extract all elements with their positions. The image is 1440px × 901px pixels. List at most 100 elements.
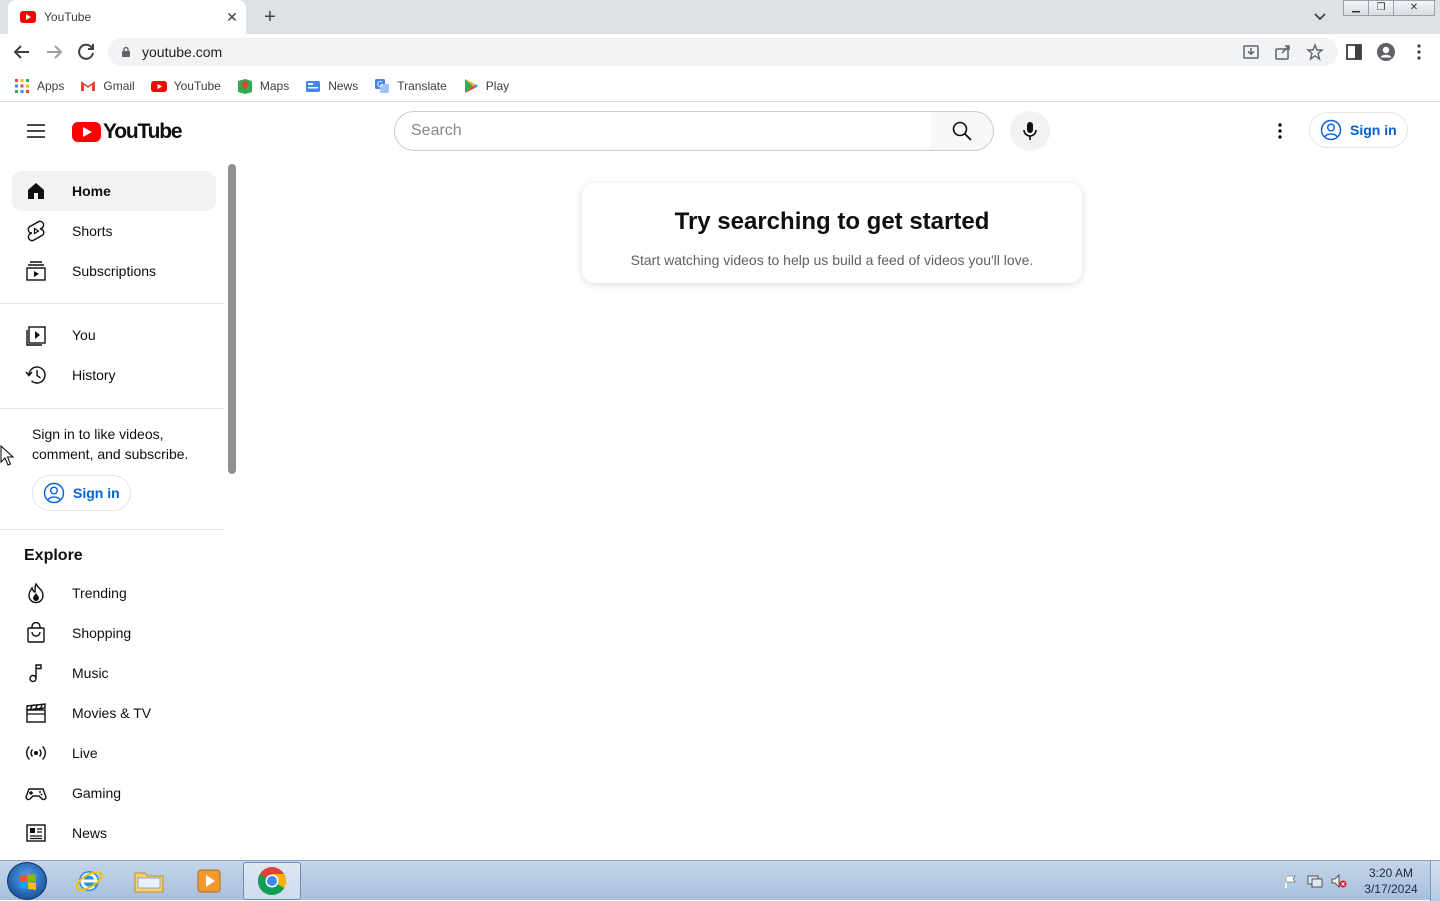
sidebar-item-history[interactable]: History xyxy=(12,355,216,395)
bookmark-youtube[interactable]: YouTube xyxy=(150,78,221,94)
sidebar-item-shorts[interactable]: Shorts xyxy=(12,211,216,251)
taskbar-file-explorer[interactable] xyxy=(120,862,178,900)
play-store-icon xyxy=(464,78,478,93)
sidebar-item-you[interactable]: You xyxy=(12,315,216,355)
logo-wordmark: YouTube xyxy=(103,120,183,143)
restore-window-button[interactable]: ❐ xyxy=(1368,0,1394,16)
system-clock[interactable]: 3:20 AM 3/17/2024 xyxy=(1356,865,1426,897)
side-panel-icon[interactable] xyxy=(1344,42,1364,62)
new-tab-button[interactable]: + xyxy=(258,6,282,28)
sidebar-item-label: Music xyxy=(72,665,109,681)
sidebar-sign-in-button[interactable]: Sign in xyxy=(32,475,131,511)
sidebar-divider xyxy=(0,529,224,530)
bookmark-news[interactable]: News xyxy=(305,78,358,94)
sidebar-item-shopping[interactable]: Shopping xyxy=(12,613,216,653)
sign-in-button[interactable]: Sign in xyxy=(1309,112,1408,148)
empty-feed-card: Try searching to get started Start watch… xyxy=(582,183,1082,283)
address-bar[interactable]: youtube.com xyxy=(108,38,1338,66)
close-tab-icon[interactable]: ✕ xyxy=(224,9,240,25)
maps-icon xyxy=(237,78,252,94)
bookmark-label: Translate xyxy=(397,78,447,93)
trending-icon xyxy=(24,581,48,605)
sign-in-label: Sign in xyxy=(1350,122,1397,138)
live-icon xyxy=(24,741,48,765)
bookmark-play[interactable]: Play xyxy=(463,78,509,94)
show-desktop-button[interactable] xyxy=(1430,861,1440,901)
more-vertical-icon xyxy=(1278,123,1282,139)
clock-time: 3:20 AM xyxy=(1368,866,1414,880)
sidebar-item-music[interactable]: Music xyxy=(12,653,216,693)
sidebar-item-subscriptions[interactable]: Subscriptions xyxy=(12,251,216,291)
close-window-button[interactable]: ✕ xyxy=(1393,0,1435,16)
forward-arrow-icon[interactable] xyxy=(42,40,66,64)
shorts-icon xyxy=(24,219,48,243)
you-icon xyxy=(24,323,48,347)
search-input[interactable] xyxy=(394,111,932,151)
profile-avatar-icon[interactable] xyxy=(1376,42,1396,62)
settings-kebab-button[interactable] xyxy=(1268,119,1292,143)
sidebar-item-label: Gaming xyxy=(72,785,122,801)
sidebar-item-label: Shorts xyxy=(72,223,113,239)
hamburger-menu-icon[interactable] xyxy=(24,121,48,141)
bookmark-label: Gmail xyxy=(103,78,135,93)
volume-muted-icon[interactable] xyxy=(1331,873,1347,889)
bookmark-star-icon[interactable] xyxy=(1306,43,1324,61)
install-app-icon[interactable] xyxy=(1242,43,1260,61)
minimize-window-button[interactable]: ▁ xyxy=(1343,0,1369,16)
bookmark-label: YouTube xyxy=(173,78,221,93)
taskbar-chrome[interactable] xyxy=(243,862,301,900)
start-button[interactable] xyxy=(7,862,47,900)
account-circle-icon xyxy=(43,482,65,504)
bookmark-label: Play xyxy=(485,78,510,93)
browser-toolbar: youtube.com xyxy=(0,34,1440,70)
sidebar-item-live[interactable]: Live xyxy=(12,733,216,773)
taskbar-internet-explorer[interactable] xyxy=(60,862,118,900)
home-icon xyxy=(24,179,48,203)
internet-explorer-icon xyxy=(75,871,103,891)
back-arrow-icon[interactable] xyxy=(10,40,34,64)
windows-taskbar: 3:20 AM 3/17/2024 xyxy=(0,860,1440,901)
bookmark-maps[interactable]: Maps xyxy=(237,78,289,94)
sidebar-item-label: News xyxy=(72,825,108,841)
sidebar-item-news[interactable]: News xyxy=(12,813,216,853)
sidebar-item-home[interactable]: Home xyxy=(12,171,216,211)
bookmark-translate[interactable]: G Translate xyxy=(374,78,447,94)
sidebar-item-label: Subscriptions xyxy=(72,263,157,279)
reload-icon[interactable] xyxy=(74,40,98,64)
youtube-masthead: YouTube Sign in xyxy=(0,103,1440,159)
tab-search-chevron-icon[interactable] xyxy=(1310,8,1330,26)
windows-logo-icon xyxy=(20,874,36,890)
sidebar-item-gaming[interactable]: Gaming xyxy=(12,773,216,813)
browser-tab-youtube[interactable]: YouTube ✕ xyxy=(8,0,246,34)
sidebar-item-label: Live xyxy=(72,745,98,761)
sidebar-item-label: Home xyxy=(72,183,111,199)
share-icon[interactable] xyxy=(1274,43,1292,61)
search-icon xyxy=(952,121,972,141)
search-button[interactable] xyxy=(931,111,994,151)
chrome-icon xyxy=(258,867,286,895)
lock-icon[interactable] xyxy=(120,46,132,58)
youtube-favicon-icon xyxy=(20,11,36,23)
bookmark-gmail[interactable]: Gmail xyxy=(80,78,135,94)
sidebar-item-trending[interactable]: Trending xyxy=(12,573,216,613)
explore-heading: Explore xyxy=(24,547,83,564)
network-icon[interactable] xyxy=(1307,873,1323,889)
bookmarks-bar: Apps Gmail YouTube Maps News G Translate… xyxy=(0,70,1440,102)
sidebar-item-movies-tv[interactable]: Movies & TV xyxy=(12,693,216,733)
media-player-icon xyxy=(197,869,221,893)
sidebar-item-label: History xyxy=(72,367,116,383)
shopping-icon xyxy=(24,621,48,645)
youtube-logo[interactable]: YouTube xyxy=(72,120,183,144)
taskbar-media-player[interactable] xyxy=(180,862,238,900)
movies-icon xyxy=(24,701,48,725)
action-center-flag-icon[interactable] xyxy=(1283,873,1299,889)
sign-in-prompt: Sign in to like videos, comment, and sub… xyxy=(32,426,189,462)
browser-menu-icon[interactable] xyxy=(1409,42,1429,62)
url-text[interactable]: youtube.com xyxy=(142,44,1242,60)
bookmark-apps[interactable]: Apps xyxy=(14,78,64,94)
voice-search-button[interactable] xyxy=(1010,111,1050,151)
clock-date: 3/17/2024 xyxy=(1364,882,1418,896)
sidebar-scrollbar[interactable] xyxy=(228,164,236,474)
empty-feed-title: Try searching to get started xyxy=(674,208,990,235)
sidebar-item-label: Shopping xyxy=(72,625,132,641)
